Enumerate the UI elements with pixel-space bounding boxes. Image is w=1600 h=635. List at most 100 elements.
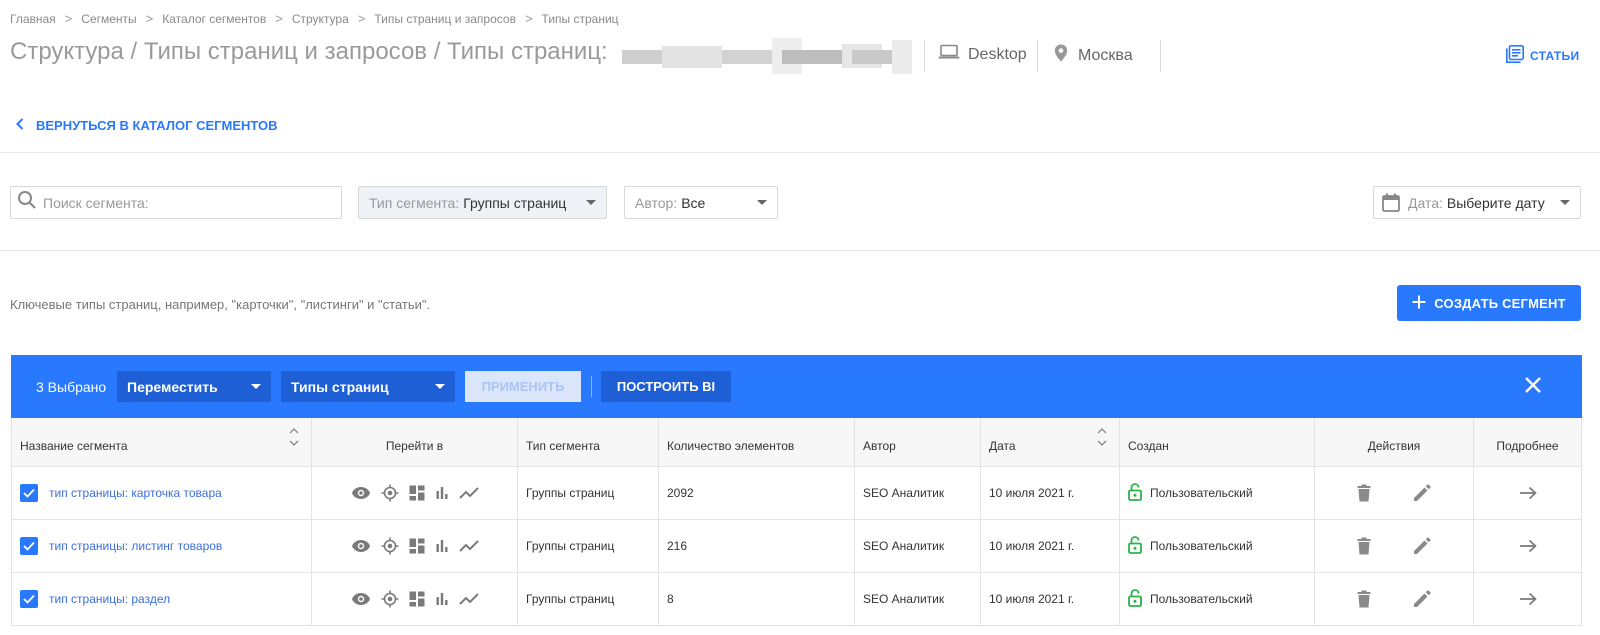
chevron-right-icon: > [64, 11, 73, 26]
trend-icon[interactable] [458, 539, 479, 553]
created-cell: Пользовательский [1120, 573, 1315, 625]
column-header-created: Создан [1120, 418, 1315, 466]
column-header-date[interactable]: Дата [981, 418, 1120, 466]
eye-icon[interactable] [351, 539, 371, 553]
caret-down-icon [251, 384, 261, 389]
chevron-right-icon: > [145, 11, 154, 26]
trash-icon[interactable] [1357, 484, 1371, 502]
column-header-count: Количество элементов [659, 418, 855, 466]
column-header-name[interactable]: Название сегмента [12, 418, 312, 466]
caret-down-icon [1560, 200, 1570, 205]
chevron-right-icon: > [275, 11, 283, 26]
lock-open-icon [1128, 588, 1142, 610]
date-label: Дата: [1408, 194, 1443, 211]
search-input[interactable] [43, 194, 333, 211]
actions-cell [1315, 520, 1474, 572]
column-header-goto: Перейти в [312, 418, 518, 466]
date-cell: 10 июля 2021 г. [981, 467, 1120, 519]
element-count-cell: 216 [659, 520, 855, 572]
sort-icon[interactable] [289, 428, 299, 446]
table-header-row: Название сегмента Перейти в Тип сегмента… [12, 418, 1581, 467]
author-select[interactable]: Автор: Все [624, 186, 778, 219]
device-selector[interactable]: Desktop [938, 44, 1027, 65]
element-count-cell: 8 [659, 573, 855, 625]
back-to-catalog-link[interactable]: ВЕРНУТЬСЯ В КАТАЛОГ СЕГМЕНТОВ [16, 118, 278, 133]
crosshair-icon[interactable] [381, 537, 399, 555]
divider [0, 250, 1600, 251]
date-value: Выберите дату [1446, 194, 1545, 211]
segment-name-link[interactable]: тип страницы: раздел [49, 592, 170, 606]
arrow-right-icon[interactable] [1519, 592, 1537, 606]
breadcrumb-item-home[interactable]: Главная [10, 12, 56, 26]
calendar-icon [1382, 193, 1400, 212]
author-value: Все [681, 194, 706, 211]
divider [0, 152, 1600, 153]
table-row: тип страницы: раздел Группы страниц 8 SE… [12, 573, 1581, 626]
trash-icon[interactable] [1357, 590, 1371, 608]
trend-icon[interactable] [458, 592, 479, 606]
breadcrumb-item-structure[interactable]: Структура [292, 12, 349, 26]
created-by-label: Пользовательский [1150, 539, 1253, 553]
region-selector[interactable]: Москва [1054, 44, 1133, 67]
back-link-label: ВЕРНУТЬСЯ В КАТАЛОГ СЕГМЕНТОВ [36, 118, 278, 133]
column-header-actions: Действия [1315, 418, 1474, 466]
table-row: тип страницы: листинг товаров Группы стр… [12, 520, 1581, 573]
date-select[interactable]: Дата: Выберите дату [1373, 186, 1581, 219]
pencil-icon[interactable] [1413, 590, 1431, 608]
created-cell: Пользовательский [1120, 467, 1315, 519]
details-cell [1474, 520, 1581, 572]
table-row: тип страницы: карточка товара Группы стр… [12, 467, 1581, 520]
bar-chart-icon[interactable] [435, 592, 449, 606]
divider [591, 376, 592, 397]
section-description: Ключевые типы страниц, например, "карточ… [10, 297, 431, 312]
pencil-icon[interactable] [1413, 537, 1431, 555]
bulk-target-select[interactable]: Типы страниц [281, 371, 455, 402]
apply-button[interactable]: ПРИМЕНИТЬ [465, 371, 581, 402]
create-segment-button[interactable]: СОЗДАТЬ СЕГМЕНТ [1397, 285, 1581, 321]
breadcrumb-item-segments[interactable]: Сегменты [81, 12, 136, 26]
dashboard-icon[interactable] [409, 485, 425, 501]
articles-link[interactable]: СТАТЬИ [1506, 45, 1579, 66]
author-cell: SEO Аналитик [855, 573, 981, 625]
bulk-action-value: Переместить [127, 378, 218, 395]
element-count-cell: 2092 [659, 467, 855, 519]
bar-chart-icon[interactable] [435, 486, 449, 500]
dashboard-icon[interactable] [409, 538, 425, 554]
row-checkbox[interactable] [20, 537, 38, 555]
arrow-right-icon[interactable] [1519, 539, 1537, 553]
plus-icon [1412, 295, 1426, 312]
segment-name-cell: тип страницы: раздел [12, 573, 312, 625]
device-label: Desktop [968, 45, 1027, 63]
eye-icon[interactable] [351, 486, 371, 500]
segment-name-link[interactable]: тип страницы: листинг товаров [49, 539, 222, 553]
column-header-details: Подробнее [1496, 439, 1559, 453]
region-label: Москва [1078, 46, 1133, 64]
bulk-action-select[interactable]: Переместить [117, 371, 271, 402]
bar-chart-icon[interactable] [435, 539, 449, 553]
divider [1037, 40, 1038, 72]
pencil-icon[interactable] [1413, 484, 1431, 502]
trash-icon[interactable] [1357, 537, 1371, 555]
author-cell: SEO Аналитик [855, 467, 981, 519]
sort-icon[interactable] [1097, 428, 1107, 446]
segment-name-link[interactable]: тип страницы: карточка товара [49, 486, 222, 500]
segment-type-select[interactable]: Тип сегмента: Группы страниц [358, 186, 607, 219]
build-bi-button[interactable]: ПОСТРОИТЬ BI [601, 371, 731, 402]
divider [924, 40, 925, 72]
breadcrumb: Главная > Сегменты > Каталог сегментов >… [10, 11, 619, 26]
redacted-project-name [622, 36, 912, 78]
crosshair-icon[interactable] [381, 590, 399, 608]
trend-icon[interactable] [458, 486, 479, 500]
close-icon[interactable] [1523, 375, 1543, 400]
row-checkbox[interactable] [20, 484, 38, 502]
segment-name-cell: тип страницы: карточка товара [12, 467, 312, 519]
row-checkbox[interactable] [20, 590, 38, 608]
crosshair-icon[interactable] [381, 484, 399, 502]
dashboard-icon[interactable] [409, 591, 425, 607]
goto-cell [312, 520, 518, 572]
eye-icon[interactable] [351, 592, 371, 606]
breadcrumb-item-page-types-queries[interactable]: Типы страниц и запросов [374, 12, 516, 26]
page-title: Структура / Типы страниц и запросов / Ти… [10, 38, 608, 65]
arrow-right-icon[interactable] [1519, 486, 1537, 500]
breadcrumb-item-catalog[interactable]: Каталог сегментов [162, 12, 266, 26]
